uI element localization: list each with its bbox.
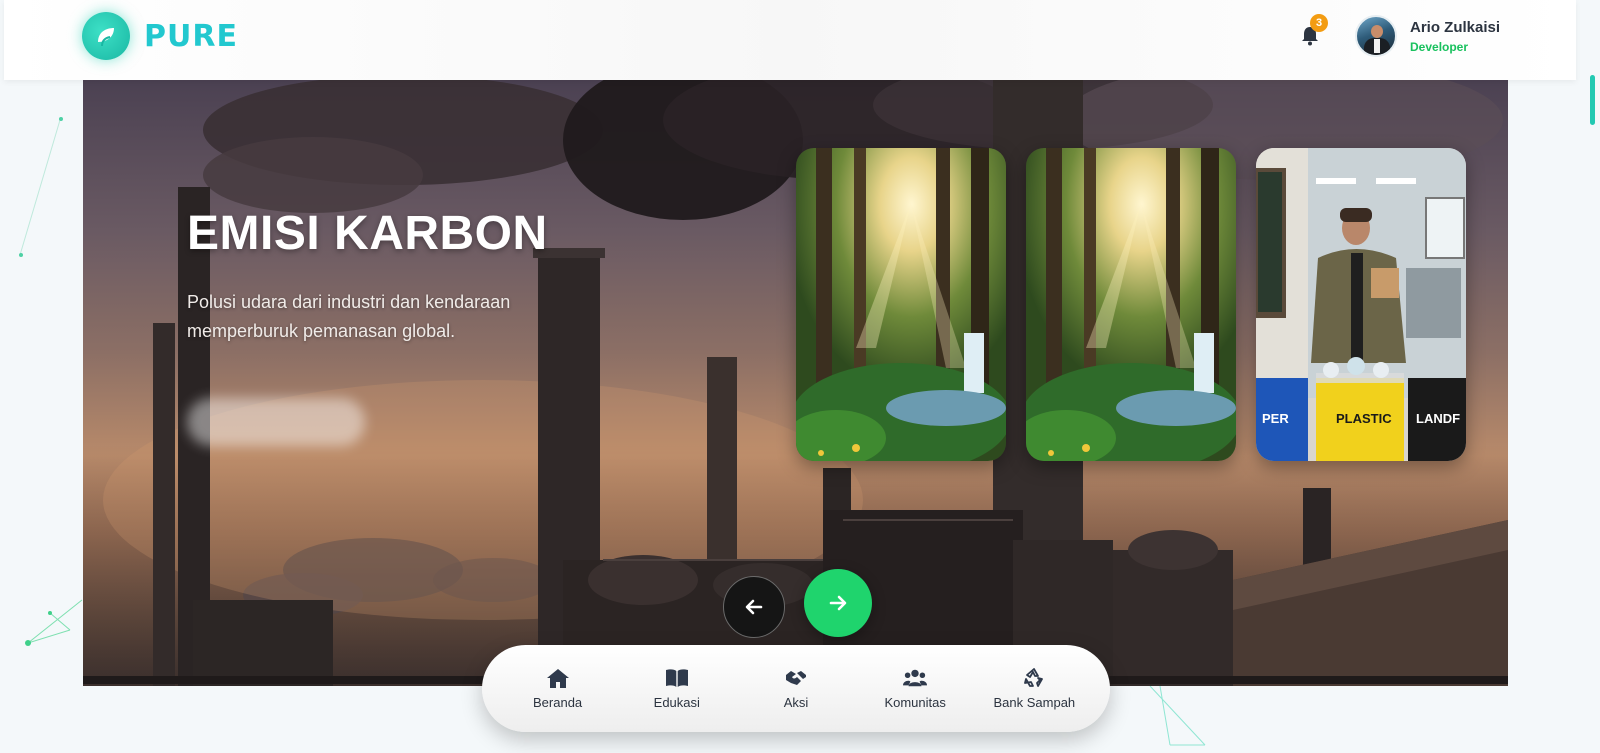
arrow-right-icon [829,595,847,611]
brand-logo[interactable]: PURE [82,12,238,60]
nav-label: Komunitas [884,695,946,710]
slide-card-forest-1[interactable] [796,148,1006,461]
hero-cta-button[interactable] [187,398,365,446]
bottom-navigation: Beranda Edukasi Aksi Komunitas Bank Samp… [482,645,1110,732]
hero-title: EMISI KARBON [187,207,548,260]
nav-label: Bank Sampah [993,695,1076,710]
slide-card-forest-2[interactable] [1026,148,1236,461]
recycling-classroom-image: PER PLASTIC LANDF [1256,148,1466,461]
hero-slider: EMISI KARBON Polusi udara dari industri … [83,80,1508,686]
home-icon [546,669,569,688]
nav-item-edukasi[interactable]: Edukasi [622,667,732,710]
forest-waterfall-image [1026,148,1236,461]
recycle-icon [1024,668,1044,687]
book-icon [665,669,688,687]
notification-count-badge: 3 [1310,14,1328,32]
scrollbar-thumb[interactable] [1590,75,1595,125]
bin-label-landfill: LANDF [1416,411,1460,426]
user-name[interactable]: Ario Zulkaisi [1410,19,1500,36]
nav-label: Edukasi [653,695,700,710]
user-role: Developer [1410,40,1469,54]
hero-description: Polusi udara dari industri dan kendaraan… [187,292,511,341]
slide-card-recycling[interactable]: PER PLASTIC LANDF [1256,148,1466,461]
nav-item-beranda[interactable]: Beranda [503,667,613,710]
forest-waterfall-image [796,148,1006,461]
nav-label: Aksi [783,695,809,710]
nav-label: Beranda [533,695,583,710]
nav-item-bank-sampah[interactable]: Bank Sampah [979,667,1089,710]
slider-next-button[interactable] [804,569,872,637]
nav-item-aksi[interactable]: Aksi [741,667,851,710]
bin-label-plastic: PLASTIC [1336,411,1392,426]
nav-item-komunitas[interactable]: Komunitas [860,667,970,710]
slider-prev-button[interactable] [723,576,785,638]
top-header: PURE 3 Ario Zulkaisi Developer [4,0,1576,80]
leaf-logo-icon [82,12,130,60]
arrow-left-icon [745,599,763,615]
avatar[interactable] [1355,15,1397,57]
users-icon [903,669,928,687]
bin-label-paper: PER [1262,411,1289,426]
handshake-icon [785,671,806,685]
brand-name: PURE [144,18,238,54]
